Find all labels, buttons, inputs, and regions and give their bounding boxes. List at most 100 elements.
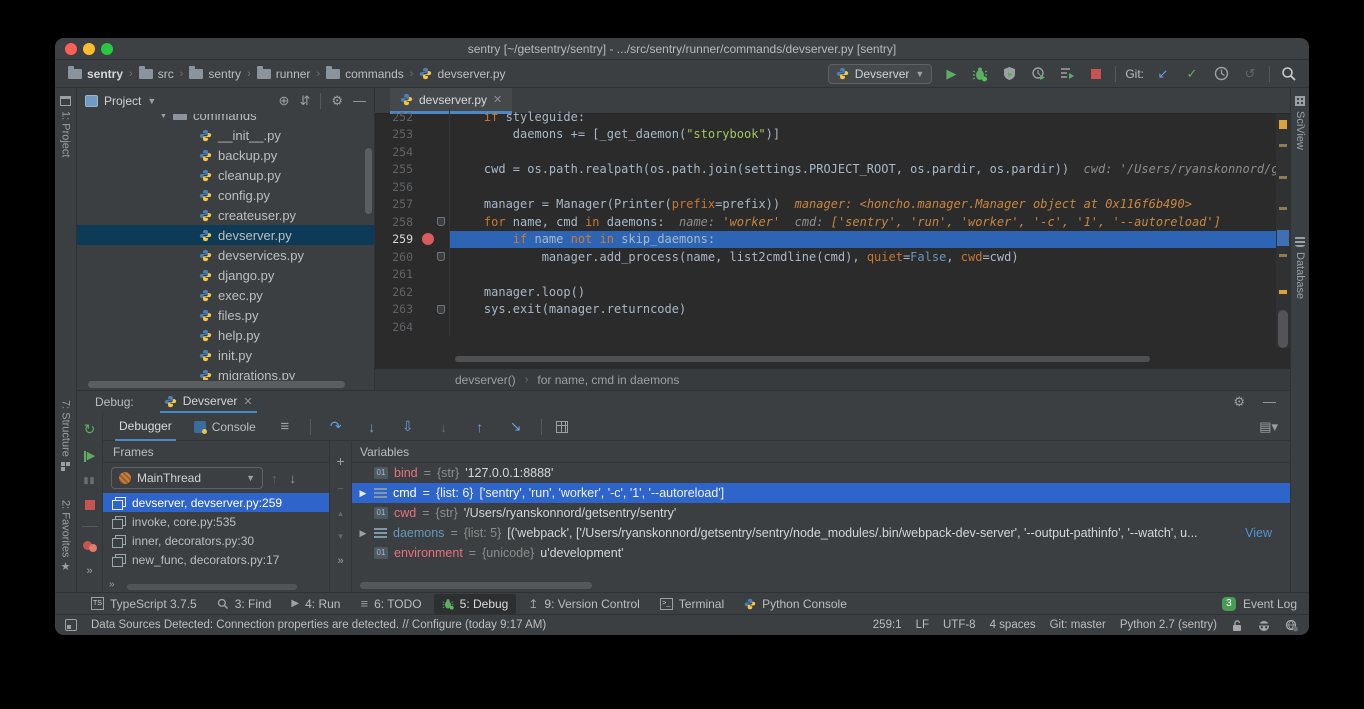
run-button[interactable]: ▶: [941, 64, 961, 84]
breadcrumb-item-src[interactable]: src: [139, 67, 174, 81]
tool-button-project[interactable]: 1: Project: [55, 96, 76, 157]
move-watch-down-button[interactable]: ▼: [337, 532, 345, 541]
search-everywhere-button[interactable]: [1279, 64, 1299, 84]
fold-marker-icon[interactable]: [437, 217, 445, 226]
variable-row-cwd[interactable]: 01cwd={str}'/Users/ryanskonnord/getsentr…: [352, 503, 1290, 523]
breadcrumb-item-sentry[interactable]: sentry: [68, 67, 123, 81]
tool-window-button-typescript[interactable]: TSTypeScript 3.7.5: [83, 594, 205, 614]
editor-gutter[interactable]: 262: [375, 283, 450, 301]
line-number[interactable]: 252: [375, 110, 413, 124]
editor-gutter[interactable]: 259: [375, 231, 450, 249]
project-view-title[interactable]: Project: [104, 94, 141, 108]
tool-button-sciview[interactable]: SciView: [1291, 96, 1309, 150]
code-line-261[interactable]: 261: [375, 266, 1276, 284]
line-number[interactable]: 255: [375, 162, 413, 176]
profiler-button[interactable]: [1028, 64, 1048, 84]
git-update-button[interactable]: ↙: [1153, 64, 1173, 84]
git-branch[interactable]: Git: master: [1050, 619, 1106, 631]
status-message[interactable]: Data Sources Detected: Connection proper…: [91, 619, 546, 631]
editor-gutter[interactable]: 254: [375, 143, 450, 161]
line-number[interactable]: 261: [375, 267, 413, 281]
indent-setting[interactable]: 4 spaces: [990, 619, 1036, 631]
code-line-252[interactable]: 252 if styleguide:: [375, 108, 1276, 126]
run-with-coverage-button[interactable]: [999, 64, 1019, 84]
close-session-icon[interactable]: ✕: [243, 395, 252, 408]
debug-settings-gear-icon[interactable]: ⚙: [1233, 394, 1245, 410]
code-line-255[interactable]: 255 cwd = os.path.realpath(os.path.join(…: [375, 161, 1276, 179]
code-line-253[interactable]: 253 daemons += [_get_daemon("storybook")…: [375, 126, 1276, 144]
variable-row-bind[interactable]: 01bind={str}'127.0.0.1:8888': [352, 463, 1290, 483]
editor-marker-bar[interactable]: [1276, 114, 1290, 348]
breadcrumb-item-runner[interactable]: runner: [257, 67, 311, 81]
view-value-link[interactable]: View: [1245, 526, 1272, 540]
previous-frame-icon[interactable]: ↑: [271, 471, 278, 486]
run-to-cursor-icon[interactable]: ↘: [505, 418, 527, 435]
step-out-icon[interactable]: ↑: [469, 419, 491, 435]
line-separator[interactable]: LF: [916, 619, 929, 631]
breakpoint-icon[interactable]: [422, 233, 434, 245]
editor-gutter[interactable]: 263: [375, 301, 450, 319]
variables-horizontal-scrollbar[interactable]: [360, 582, 592, 589]
editor-gutter[interactable]: 252: [375, 108, 450, 126]
tree-item-cleanup.py[interactable]: cleanup.py: [77, 165, 374, 185]
tool-window-button-run[interactable]: ▶4: Run: [283, 594, 348, 614]
editor-gutter[interactable]: 253: [375, 126, 450, 144]
code-line-262[interactable]: 262 manager.loop(): [375, 283, 1276, 301]
pause-program-button[interactable]: ▮▮: [84, 475, 96, 486]
frame-row[interactable]: new_func, decorators.py:17: [103, 550, 329, 569]
line-number[interactable]: 260: [375, 250, 413, 264]
debug-session-tab[interactable]: Devserver ✕: [160, 391, 257, 413]
chevron-down-icon[interactable]: ▼: [147, 96, 156, 106]
line-number[interactable]: 254: [375, 145, 413, 159]
tool-window-button-version-control[interactable]: ↥9: Version Control: [520, 594, 647, 614]
line-number[interactable]: 262: [375, 285, 413, 299]
frame-row[interactable]: devserver, devserver.py:259: [103, 493, 329, 512]
incognito-icon[interactable]: [1257, 619, 1271, 632]
tree-item-init.py[interactable]: init.py: [77, 345, 374, 365]
watches-more-button[interactable]: »: [337, 555, 343, 567]
resume-program-button[interactable]: ▶: [84, 451, 95, 462]
step-into-my-code-icon[interactable]: ⇩: [397, 418, 419, 435]
project-settings-gear-icon[interactable]: ⚙: [331, 93, 343, 109]
git-rollback-button[interactable]: ↺: [1240, 64, 1260, 84]
tree-item-backup.py[interactable]: backup.py: [77, 145, 374, 165]
hide-project-panel-button[interactable]: —: [353, 93, 366, 108]
stop-button[interactable]: [1086, 64, 1106, 84]
evaluate-expression-icon[interactable]: [556, 421, 568, 433]
git-commit-button[interactable]: ✓: [1182, 64, 1202, 84]
frame-row[interactable]: invoke, core.py:535: [103, 512, 329, 531]
lock-icon[interactable]: [1231, 619, 1243, 632]
tool-window-button-python-console[interactable]: Python Console: [736, 594, 855, 614]
code-line-260[interactable]: 260 manager.add_process(name, list2cmdli…: [375, 248, 1276, 266]
caret-position[interactable]: 259:1: [873, 619, 902, 631]
tool-button-favorites[interactable]: 2: Favorites ★: [55, 500, 76, 573]
line-number[interactable]: 253: [375, 127, 413, 141]
view-breakpoints-button[interactable]: [83, 540, 97, 552]
line-number[interactable]: 258: [375, 215, 413, 229]
code-line-258[interactable]: 258 for name, cmd in daemons: name: 'wor…: [375, 213, 1276, 231]
tree-item-config.py[interactable]: config.py: [77, 185, 374, 205]
frames-horizontal-scrollbar[interactable]: [127, 584, 297, 590]
tree-item-files.py[interactable]: files.py: [77, 305, 374, 325]
editor-gutter[interactable]: 255: [375, 161, 450, 179]
move-watch-up-button[interactable]: ▲: [337, 509, 345, 518]
code-line-264[interactable]: 264: [375, 318, 1276, 336]
more-actions-button[interactable]: »: [86, 565, 92, 577]
tree-item-__init__.py[interactable]: __init__.py: [77, 125, 374, 145]
line-number[interactable]: 256: [375, 180, 413, 194]
tool-button-database[interactable]: Database: [1291, 236, 1309, 299]
python-interpreter[interactable]: Python 2.7 (sentry): [1120, 619, 1217, 631]
tree-item-devservices.py[interactable]: devservices.py: [77, 245, 374, 265]
code-line-257[interactable]: 257 manager = Manager(Printer(prefix=pre…: [375, 196, 1276, 214]
force-step-into-icon[interactable]: ↓: [433, 419, 455, 435]
tree-item-help.py[interactable]: help.py: [77, 325, 374, 345]
debug-button[interactable]: [970, 64, 990, 84]
hide-debug-panel-button[interactable]: —: [1263, 394, 1276, 410]
tree-item-migrations.py[interactable]: migrations.py: [77, 365, 374, 380]
breadcrumb-item-devserver.py[interactable]: devserver.py: [419, 67, 505, 81]
code-line-256[interactable]: 256: [375, 178, 1276, 196]
step-over-icon[interactable]: ↷: [325, 418, 347, 435]
tool-window-button-find[interactable]: 3: Find: [209, 594, 280, 614]
line-number[interactable]: 257: [375, 197, 413, 211]
variable-row-cmd[interactable]: ▶cmd={list: 6}['sentry', 'run', 'worker'…: [352, 483, 1290, 503]
